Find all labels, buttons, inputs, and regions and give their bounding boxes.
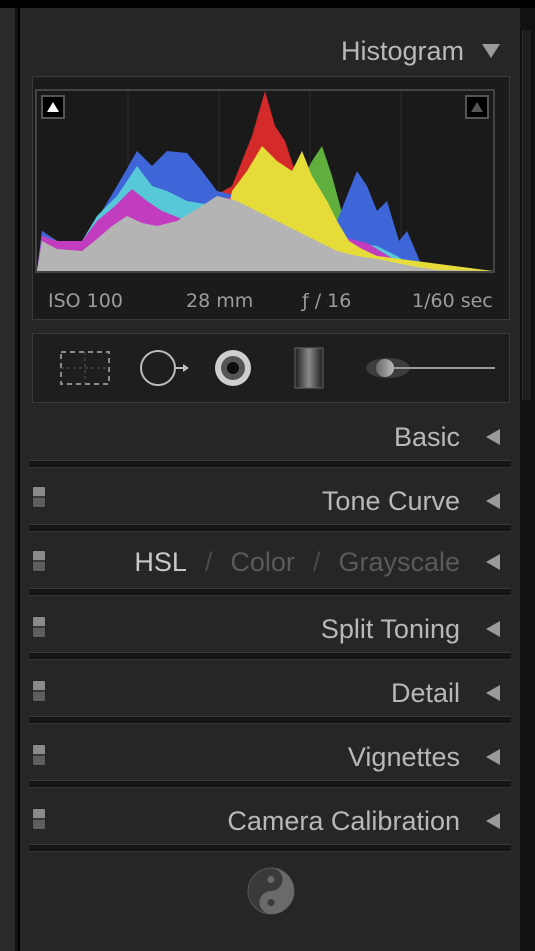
exif-focal-length: 28 mm: [186, 290, 254, 312]
panel-divider: [29, 588, 511, 596]
shadow-clipping-toggle-icon[interactable]: [41, 95, 65, 119]
panel-title-basic: Basic: [393, 421, 460, 452]
panel-header-split-toning[interactable]: Split Toning: [321, 610, 500, 646]
panel-title-vignettes: Vignettes: [347, 741, 460, 772]
red-eye-tool-icon[interactable]: [215, 350, 251, 386]
histogram-header[interactable]: Histogram: [341, 32, 500, 68]
tab-separator: /: [204, 546, 213, 577]
exif-aperture: ƒ / 16: [302, 290, 352, 312]
panel-title-tone-curve: Tone Curve: [321, 485, 460, 516]
histogram-plot: [37, 91, 493, 271]
tab-color[interactable]: Color: [230, 547, 295, 577]
panel-header-vignettes[interactable]: Vignettes: [348, 738, 500, 774]
camera-calibration-enable-switch[interactable]: [32, 808, 46, 830]
panel-divider: [29, 780, 511, 788]
expand-triangle-icon[interactable]: [486, 812, 500, 829]
graduated-filter-tool-icon[interactable]: [294, 347, 324, 389]
tab-grayscale[interactable]: Grayscale: [338, 547, 460, 577]
vignettes-enable-switch[interactable]: [32, 744, 46, 766]
exif-shutter-speed: 1/60 sec: [412, 290, 493, 312]
panel-header-tone-curve[interactable]: Tone Curve: [322, 482, 500, 518]
expand-triangle-icon[interactable]: [486, 553, 500, 570]
split-toning-enable-switch[interactable]: [32, 616, 46, 638]
adjustment-brush-tool-icon[interactable]: [366, 358, 495, 378]
scrollbar-thumb[interactable]: [522, 30, 531, 400]
panel-header-detail[interactable]: Detail: [391, 674, 500, 710]
highlight-clipping-toggle-icon[interactable]: [465, 95, 489, 119]
expand-triangle-icon[interactable]: [486, 620, 500, 637]
yin-yang-icon[interactable]: [246, 866, 296, 916]
exif-iso: ISO 100: [48, 290, 123, 312]
left-edge-strip: [0, 8, 18, 951]
hsl-enable-switch[interactable]: [32, 550, 46, 572]
detail-enable-switch[interactable]: [32, 680, 46, 702]
tab-hsl[interactable]: HSL: [134, 547, 187, 577]
develop-right-panel: Histogram ISO 100 28 mm ƒ / 16 1/60 sec …: [20, 8, 520, 951]
panel-title-camera-calibration: Camera Calibration: [227, 805, 460, 836]
panel-divider: [29, 460, 511, 468]
panel-header-camera-calibration[interactable]: Camera Calibration: [227, 802, 500, 838]
panel-title-detail: Detail: [390, 677, 460, 708]
panel-divider: [29, 716, 511, 724]
crop-overlay-tool-icon[interactable]: [60, 351, 110, 385]
collapse-triangle-icon[interactable]: [482, 43, 500, 58]
panel-divider: [29, 524, 511, 532]
top-edge: [0, 0, 535, 8]
expand-triangle-icon[interactable]: [486, 748, 500, 765]
expand-triangle-icon[interactable]: [486, 428, 500, 445]
histogram-graph[interactable]: [35, 89, 495, 273]
tab-separator: /: [312, 546, 321, 577]
tool-strip: [32, 333, 510, 403]
expand-triangle-icon[interactable]: [486, 492, 500, 509]
histogram-title: Histogram: [340, 35, 464, 66]
tone-curve-enable-switch[interactable]: [32, 486, 46, 508]
panel-header-basic[interactable]: Basic: [394, 418, 500, 454]
panel-divider: [29, 844, 511, 852]
expand-triangle-icon[interactable]: [486, 684, 500, 701]
panel-title-split-toning: Split Toning: [320, 613, 460, 644]
spot-removal-tool-icon[interactable]: [140, 350, 189, 386]
panel-divider: [29, 652, 511, 660]
panel-header-hsl-color-grayscale[interactable]: HSL / Color / Grayscale: [134, 543, 500, 579]
